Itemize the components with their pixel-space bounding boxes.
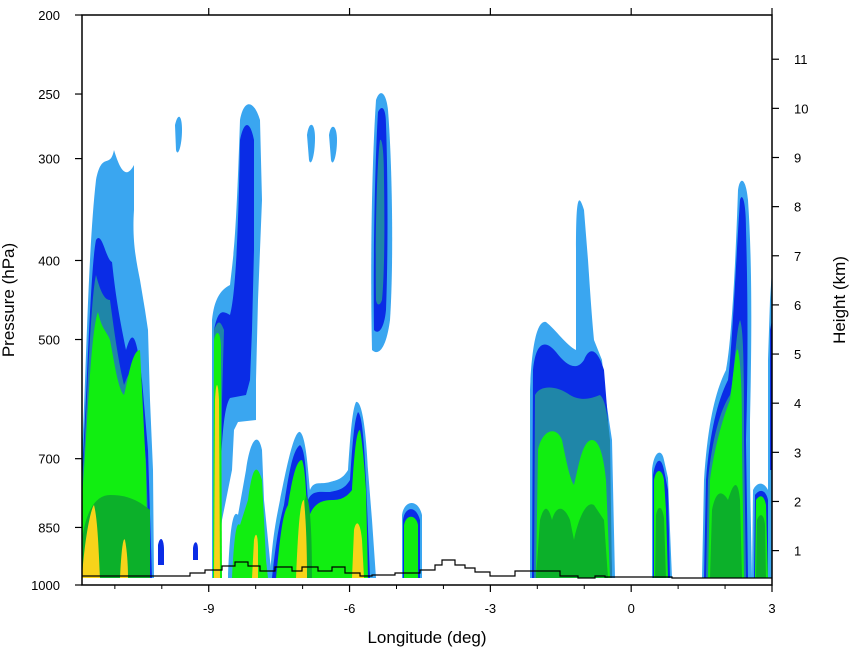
cloud-column-b <box>212 104 272 578</box>
height-tick-label: 8 <box>794 200 801 215</box>
cloud-column-f <box>530 200 615 579</box>
y-axis-title-right: Height (km) <box>830 256 849 344</box>
height-tick-label: 9 <box>794 151 801 166</box>
cloud-column-a <box>82 150 154 578</box>
patch <box>158 538 164 565</box>
pressure-tick-label: 300 <box>38 152 60 167</box>
height-tick-label: 3 <box>794 445 801 460</box>
pressure-tick-label: 250 <box>38 87 60 102</box>
contour-level-5 <box>756 515 766 578</box>
pressure-tick-label: 400 <box>38 253 60 268</box>
height-tick-label: 5 <box>794 347 801 362</box>
x-axis-title: Longitude (deg) <box>367 628 486 647</box>
patch <box>307 124 315 163</box>
cloud-column-i <box>752 270 772 578</box>
height-tick-label: 6 <box>794 298 801 313</box>
height-tick-label: 4 <box>794 396 801 411</box>
cross-section-chart: -9 -6 -3 0 3 200 250 300 400 500 700 850 1000 1 2 3 4 5… <box>0 8 849 647</box>
x-tick-label: 3 <box>768 601 775 616</box>
cloud-column-c <box>270 401 376 578</box>
cloud-column-e <box>402 502 422 578</box>
pressure-tick-label: 200 <box>38 8 60 23</box>
y-axis-title-left: Pressure (hPa) <box>0 243 18 357</box>
x-tick-label: 0 <box>628 601 635 616</box>
pressure-tick-label: 850 <box>38 520 60 535</box>
patch <box>193 542 198 560</box>
height-tick-label: 11 <box>794 52 808 67</box>
x-tick-label: -3 <box>485 601 497 616</box>
cloud-column-h <box>702 180 752 579</box>
pressure-tick-label: 700 <box>38 452 60 467</box>
cloud-column-g <box>652 452 672 578</box>
patch <box>175 116 182 153</box>
height-tick-label: 1 <box>794 544 801 559</box>
contour-level-4 <box>404 516 418 578</box>
x-tick-label: -6 <box>344 601 356 616</box>
height-tick-label: 10 <box>794 101 808 116</box>
x-tick-label: -9 <box>203 601 215 616</box>
cloud-column-d <box>371 93 393 353</box>
height-tick-label: 2 <box>794 494 801 509</box>
height-tick-label: 7 <box>794 249 801 264</box>
patch <box>329 126 337 163</box>
pressure-tick-label: 500 <box>38 333 60 348</box>
pressure-axis: 200 250 300 400 500 700 850 1000 <box>31 8 82 593</box>
pressure-tick-label: 1000 <box>31 578 60 593</box>
height-axis: 1 2 3 4 5 6 7 8 9 10 11 <box>772 52 808 559</box>
cloud-contour-fills <box>82 93 772 579</box>
